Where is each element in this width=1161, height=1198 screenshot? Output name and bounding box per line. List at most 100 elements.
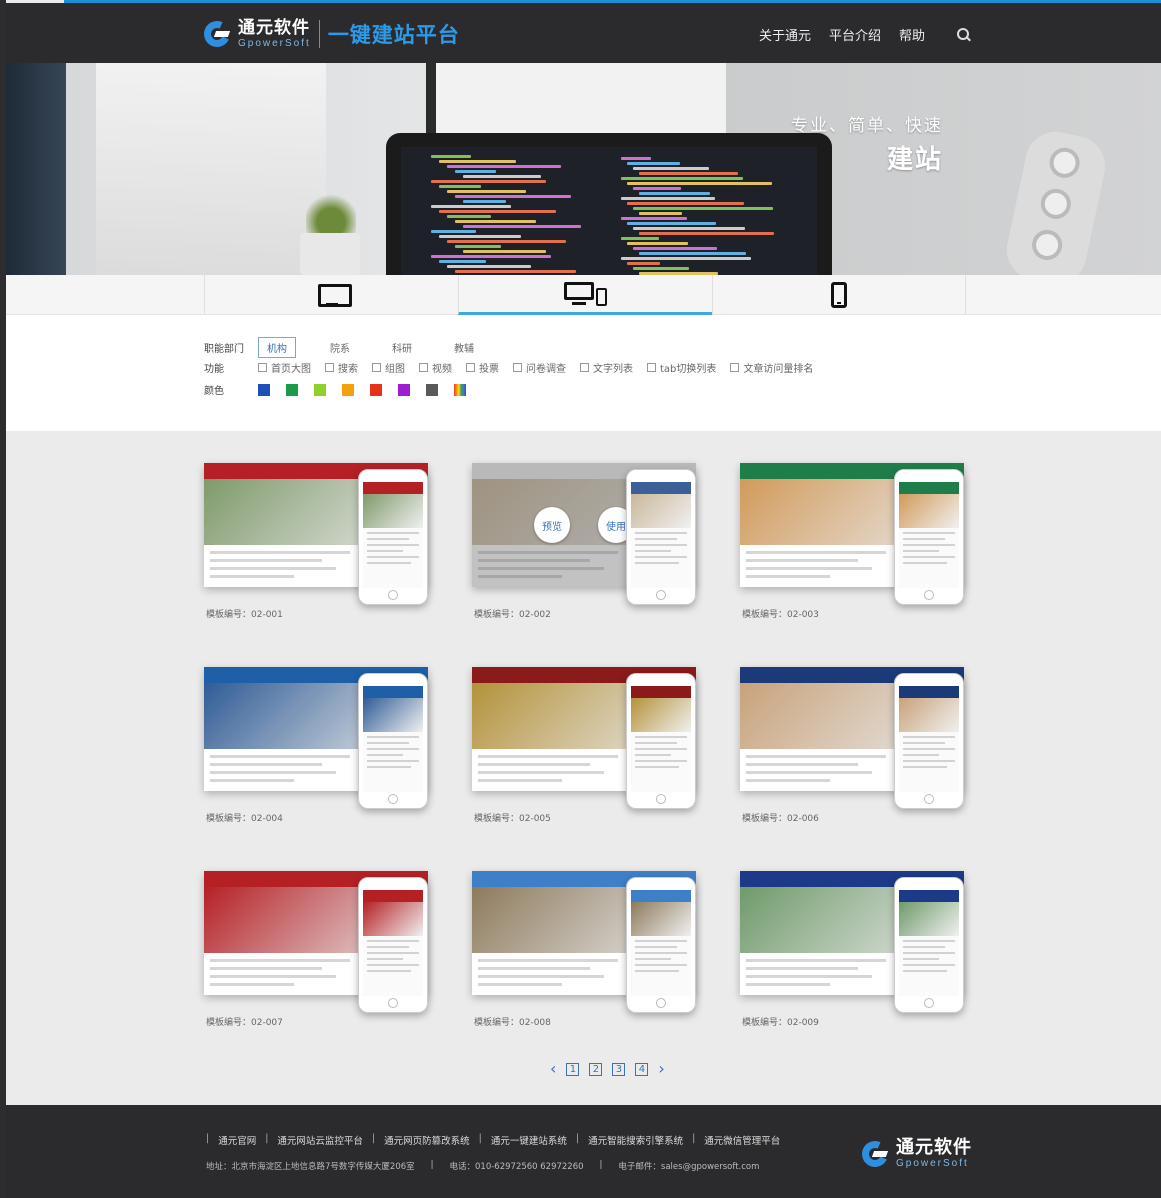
- monitor-icon: [317, 284, 352, 307]
- template-card[interactable]: 模板编号：02-008: [472, 871, 704, 1031]
- footer-link[interactable]: 通元官网: [218, 1133, 256, 1147]
- filter-label-dept: 职能部门: [204, 344, 244, 355]
- code-line: [463, 175, 541, 178]
- color-swatch[interactable]: [398, 383, 410, 396]
- page-button[interactable]: 2: [589, 1062, 603, 1076]
- page-button[interactable]: 3: [612, 1062, 626, 1076]
- checkbox-icon: [372, 363, 381, 372]
- preview-text-rows: [478, 959, 618, 991]
- page: 通元软件 GpowerSoft 一键建站平台 关于通元 平台介绍 帮助 专业、简…: [6, 0, 1161, 1198]
- tab-mobile[interactable]: [712, 275, 966, 315]
- func-option-label: 首页大图: [271, 364, 311, 375]
- template-card[interactable]: 预览 使用 模板编号：02-002: [472, 463, 704, 623]
- color-swatch[interactable]: [426, 383, 438, 396]
- logo[interactable]: 通元软件 GpowerSoft 一键建站平台: [200, 17, 460, 51]
- site-header: 通元软件 GpowerSoft 一键建站平台 关于通元 平台介绍 帮助: [6, 3, 1161, 63]
- page-button[interactable]: 1: [566, 1062, 580, 1076]
- logo-text: 通元软件 GpowerSoft: [238, 19, 311, 49]
- mobile-preview: [358, 877, 428, 1013]
- func-checkbox[interactable]: 文章访问量排名: [730, 360, 813, 375]
- footer-logo[interactable]: 通元软件 GpowerSoft: [858, 1137, 972, 1171]
- checkbox-icon: [325, 363, 334, 372]
- mobile-screen: [363, 686, 423, 792]
- func-checkbox[interactable]: 视频: [419, 360, 452, 375]
- template-card[interactable]: 模板编号：02-005: [472, 667, 704, 827]
- link-separator: |: [575, 1133, 580, 1144]
- template-card[interactable]: 模板编号：02-004: [204, 667, 436, 827]
- tab-multi-device[interactable]: [458, 275, 712, 315]
- hero-banner: 专业、简单、快速 建站: [6, 63, 1161, 275]
- template-card[interactable]: 模板编号：02-003: [740, 463, 972, 623]
- nav-about[interactable]: 关于通元: [759, 25, 811, 44]
- code-line: [439, 185, 481, 188]
- func-option-label: 视频: [432, 364, 452, 375]
- footer-link[interactable]: 通元一键建站系统: [491, 1133, 567, 1147]
- template-caption: 模板编号：02-001: [206, 610, 283, 620]
- color-swatch[interactable]: [370, 383, 382, 396]
- hero-wall-screen: [426, 63, 726, 143]
- phone-icon: [831, 282, 847, 308]
- code-line: [633, 207, 773, 210]
- link-separator: |: [599, 1160, 603, 1170]
- dept-option[interactable]: 机构: [258, 337, 296, 358]
- template-card[interactable]: 模板编号：02-007: [204, 871, 436, 1031]
- search-icon[interactable]: [957, 27, 971, 42]
- code-line: [431, 180, 546, 183]
- checkbox-icon: [647, 363, 656, 372]
- code-line: [633, 247, 717, 250]
- nav-help[interactable]: 帮助: [899, 25, 925, 44]
- dept-option[interactable]: 教辅: [446, 338, 482, 357]
- func-checkbox[interactable]: 文字列表: [580, 360, 633, 375]
- footer-link[interactable]: 通元智能搜索引擎系统: [588, 1133, 683, 1147]
- color-swatch[interactable]: [286, 383, 298, 396]
- chevron-right-icon[interactable]: ›: [658, 1061, 664, 1077]
- func-checkbox[interactable]: 首页大图: [258, 360, 311, 375]
- footer-phone: 电话：010-62972560 62972260: [449, 1162, 584, 1172]
- checkbox-icon: [513, 363, 522, 372]
- template-card[interactable]: 模板编号：02-001: [204, 463, 436, 623]
- filter-row-func: 功能 首页大图 搜索 组图 视频 投票 问卷调查 文字列表 tab切换列表 文章…: [204, 360, 827, 375]
- footer-contact: 地址：北京市海淀区上地信息路7号数字传媒大厦206室 | 电话：010-6297…: [206, 1160, 775, 1172]
- code-line: [627, 222, 716, 225]
- color-swatch[interactable]: [258, 383, 270, 396]
- link-separator: |: [265, 1133, 269, 1144]
- footer-link[interactable]: 通元网页防篡改系统: [384, 1133, 470, 1147]
- code-line: [627, 262, 660, 265]
- nav-platform[interactable]: 平台介绍: [829, 25, 881, 44]
- func-checkbox[interactable]: 搜索: [325, 360, 358, 375]
- preview-text-rows: [746, 551, 886, 583]
- link-separator: |: [430, 1160, 434, 1170]
- color-swatch[interactable]: [342, 383, 354, 396]
- filter-panel: 职能部门 机构 院系 科研 教辅 功能 首页大图 搜索 组图 视频 投票 问卷调…: [6, 315, 1161, 431]
- preview-button[interactable]: 预览: [534, 507, 570, 543]
- mobile-screen: [363, 890, 423, 996]
- func-checkbox[interactable]: 组图: [372, 360, 405, 375]
- preview-text-rows: [210, 755, 350, 787]
- home-button-icon: [656, 998, 666, 1008]
- home-button-icon: [656, 590, 666, 600]
- checkbox-icon: [730, 363, 740, 372]
- mobile-screen: [899, 482, 959, 588]
- code-line: [639, 232, 774, 235]
- link-separator: |: [206, 1133, 210, 1144]
- dept-option[interactable]: 院系: [322, 338, 358, 357]
- func-checkbox[interactable]: tab切换列表: [647, 360, 716, 375]
- func-checkbox[interactable]: 问卷调查: [513, 360, 566, 375]
- footer-link[interactable]: 通元网站云监控平台: [277, 1133, 363, 1147]
- dept-option[interactable]: 科研: [384, 338, 420, 357]
- footer-link[interactable]: 通元微信管理平台: [704, 1133, 780, 1147]
- color-swatch[interactable]: [314, 383, 326, 396]
- func-checkbox[interactable]: 投票: [466, 360, 499, 375]
- page-button[interactable]: 4: [635, 1062, 649, 1076]
- template-card[interactable]: 模板编号：02-009: [740, 871, 972, 1031]
- color-swatch[interactable]: [454, 383, 466, 396]
- tab-desktop[interactable]: [204, 275, 458, 315]
- checkbox-icon: [580, 363, 589, 372]
- template-card[interactable]: 模板编号：02-006: [740, 667, 972, 827]
- template-caption: 模板编号：02-005: [474, 814, 551, 824]
- logo-en: GpowerSoft: [238, 37, 311, 49]
- chevron-left-icon[interactable]: ‹: [550, 1061, 556, 1077]
- code-line: [439, 210, 556, 213]
- footer-logo-cn: 通元软件: [896, 1137, 972, 1158]
- code-line: [633, 187, 681, 190]
